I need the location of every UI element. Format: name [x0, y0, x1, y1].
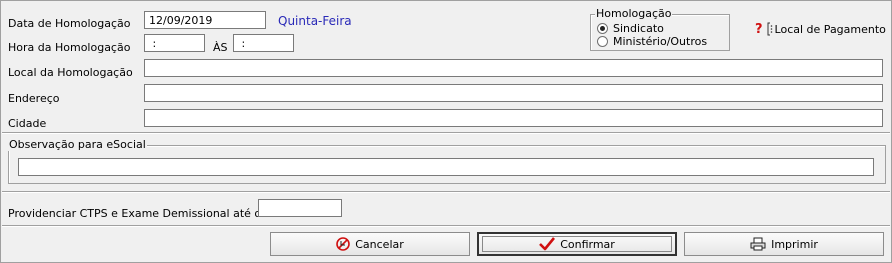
- cancelar-label: Cancelar: [355, 237, 404, 251]
- local-homologacao-label: Local da Homologação: [8, 66, 133, 79]
- hora-inicio-field[interactable]: [144, 34, 205, 52]
- ministerio-radio[interactable]: [597, 36, 608, 47]
- observacao-group-title: Observação para eSocial: [8, 138, 147, 151]
- endereco-label: Endereço: [8, 92, 60, 105]
- homologacao-dialog: Data de Homologação Quinta-Feira Hora da…: [0, 0, 892, 263]
- imprimir-label: Imprimir: [771, 237, 818, 251]
- cidade-field[interactable]: [144, 109, 883, 127]
- homologacao-group-title: Homologação: [595, 7, 673, 20]
- divider: [2, 132, 890, 134]
- confirmar-label: Confirmar: [560, 237, 615, 251]
- local-pagamento-label: Local de Pagamento: [774, 22, 886, 36]
- ministerio-label[interactable]: Ministério/Outros: [613, 35, 707, 48]
- local-pagamento-link[interactable]: ? Local de Pagamento: [755, 22, 886, 36]
- cancel-icon: [336, 237, 351, 251]
- printer-icon: [750, 237, 766, 251]
- checkmark-icon: [539, 237, 556, 251]
- confirmar-button[interactable]: Confirmar: [477, 232, 677, 256]
- local-homologacao-field[interactable]: [144, 59, 883, 77]
- providenciar-label: Providenciar CTPS e Exame Demissional at…: [8, 207, 282, 220]
- help-question-icon: ?: [755, 21, 763, 37]
- cidade-label: Cidade: [8, 117, 47, 130]
- hora-homologacao-label: Hora da Homologação: [8, 41, 131, 54]
- data-homologacao-field[interactable]: [144, 11, 266, 29]
- observacao-field[interactable]: [18, 158, 874, 176]
- data-homologacao-label: Data de Homologação: [8, 17, 131, 30]
- cancelar-button[interactable]: Cancelar: [270, 232, 470, 256]
- divider: [2, 191, 890, 193]
- sindicato-radio[interactable]: [597, 23, 608, 34]
- sindicato-label[interactable]: Sindicato: [613, 22, 664, 35]
- hora-fim-field[interactable]: [233, 34, 294, 52]
- weekday-text: Quinta-Feira: [278, 14, 352, 28]
- as-label: ÀS: [213, 41, 228, 54]
- providenciar-date-field[interactable]: [258, 199, 342, 217]
- endereco-field[interactable]: [144, 84, 883, 102]
- divider: [2, 225, 890, 227]
- bracket-icon: [767, 22, 772, 36]
- imprimir-button[interactable]: Imprimir: [684, 232, 884, 256]
